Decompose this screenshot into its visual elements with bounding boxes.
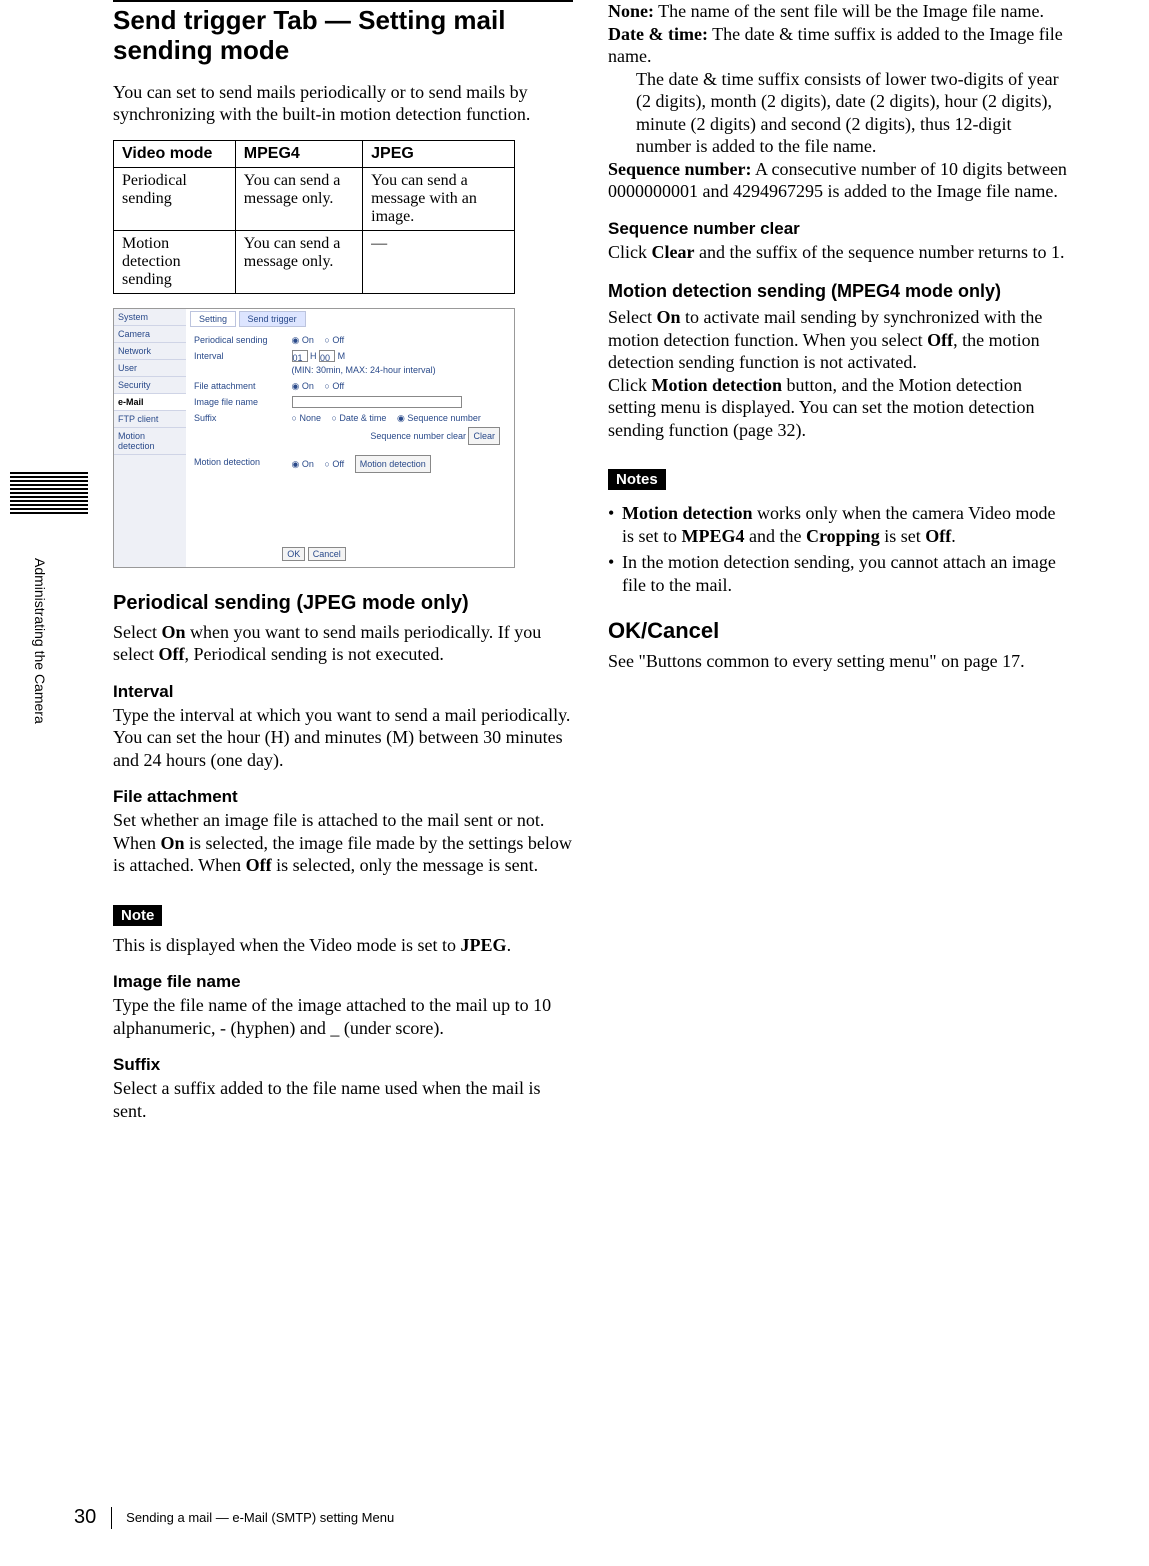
notes-tag: Notes (608, 469, 666, 490)
unit-h: H (310, 351, 317, 361)
sidebar-item[interactable]: User (114, 360, 186, 377)
radio-off[interactable]: ○ Off (324, 457, 344, 471)
heading-suffix: Suffix (113, 1055, 573, 1075)
radio-date-time[interactable]: ○ Date & time (331, 411, 386, 425)
radio-on[interactable]: ◉ On (292, 457, 314, 471)
image-file-name-input[interactable] (292, 396, 462, 408)
tab-send-trigger[interactable]: Send trigger (239, 311, 306, 327)
label-periodical: Periodical sending (194, 333, 289, 347)
table-row: Motion detection sending You can send a … (114, 230, 515, 293)
table-row: Periodical sending You can send a messag… (114, 167, 515, 230)
video-mode-table: Video mode MPEG4 JPEG Periodical sending… (113, 140, 515, 294)
side-tab-label: Administrating the Camera (32, 558, 48, 724)
heading-seq-clear: Sequence number clear (608, 219, 1068, 239)
heading-file-attachment: File attachment (113, 787, 573, 807)
list-item: In the motion detection sending, you can… (608, 551, 1068, 596)
sidebar-item[interactable]: System (114, 309, 186, 326)
radio-sequence[interactable]: ◉ Sequence number (397, 411, 481, 425)
radio-none[interactable]: ○ None (292, 411, 321, 425)
cancel-button[interactable]: Cancel (308, 547, 346, 561)
text-periodical: Select On when you want to send mails pe… (113, 621, 573, 666)
sidebar-item[interactable]: Network (114, 343, 186, 360)
screenshot-footer-buttons: OK Cancel (114, 547, 514, 561)
heading-interval: Interval (113, 682, 573, 702)
def-date-time-extra: The date & time suffix consists of lower… (608, 68, 1068, 158)
def-none: None: The name of the sent file will be … (608, 0, 1068, 23)
sidebar-item[interactable]: FTP client (114, 411, 186, 428)
intro-text: You can set to send mails periodically o… (113, 81, 573, 126)
screenshot-tabs: Setting Send trigger (190, 311, 306, 327)
footer-text: Sending a mail — e-Mail (SMTP) setting M… (126, 1510, 394, 1525)
text-file-attachment: Set whether an image file is attached to… (113, 809, 573, 832)
sidebar-item-selected[interactable]: e-Mail (114, 394, 186, 411)
notes-list: Motion detection works only when the cam… (608, 502, 1068, 596)
clear-button[interactable]: Clear (468, 427, 500, 445)
table-header: Video mode (114, 140, 236, 167)
page-number: 30 (74, 1506, 96, 1529)
label-file-attachment: File attachment (194, 379, 289, 393)
sidebar-item[interactable]: Camera (114, 326, 186, 343)
label-interval: Interval (194, 349, 289, 363)
heading-image-file-name: Image file name (113, 972, 573, 992)
text-md-1: Select On to activate mail sending by sy… (608, 306, 1068, 374)
text-suffix: Select a suffix added to the file name u… (113, 1077, 573, 1122)
radio-on[interactable]: ◉ On (292, 333, 314, 347)
sidebar-item[interactable]: Security (114, 377, 186, 394)
text-ok-cancel: See "Buttons common to every setting men… (608, 650, 1068, 673)
heading-periodical: Periodical sending (JPEG mode only) (113, 592, 573, 615)
tab-setting[interactable]: Setting (190, 311, 236, 327)
def-sequence: Sequence number: A consecutive number of… (608, 158, 1068, 203)
right-column: None: The name of the sent file will be … (608, 0, 1068, 687)
label-image-file-name: Image file name (194, 395, 289, 409)
interval-hint: (MIN: 30min, MAX: 24-hour interval) (292, 365, 436, 375)
title-rule (113, 0, 573, 2)
screenshot-sidebar: System Camera Network User Security e-Ma… (114, 309, 186, 567)
list-item: Motion detection works only when the cam… (608, 502, 1068, 547)
radio-on[interactable]: ◉ On (292, 379, 314, 393)
sidebar-item[interactable]: Motion detection (114, 428, 186, 455)
heading-ok-cancel: OK/Cancel (608, 618, 1068, 644)
heading-md: Motion detection sending (MPEG4 mode onl… (608, 281, 1068, 302)
motion-detection-button[interactable]: Motion detection (355, 455, 431, 473)
seq-clear-label: Sequence number clear (370, 431, 466, 441)
radio-off[interactable]: ○ Off (324, 379, 344, 393)
def-date-time: Date & time: The date & time suffix is a… (608, 23, 1068, 68)
side-index-marks (10, 472, 88, 516)
table-header: MPEG4 (235, 140, 362, 167)
interval-min-input[interactable]: 00 (319, 350, 335, 362)
radio-off[interactable]: ○ Off (324, 333, 344, 347)
note-tag: Note (113, 905, 162, 926)
text-seq-clear: Click Clear and the suffix of the sequen… (608, 241, 1068, 264)
page-footer: 30 Sending a mail — e-Mail (SMTP) settin… (74, 1506, 974, 1532)
text-md-2: Click Motion detection button, and the M… (608, 374, 1068, 442)
label-suffix: Suffix (194, 411, 289, 425)
text-file-attachment-2: When On is selected, the image file made… (113, 832, 573, 877)
interval-hour-input[interactable]: 01 (292, 350, 308, 362)
label-motion-detection: Motion detection (194, 455, 289, 469)
note-text: This is displayed when the Video mode is… (113, 934, 573, 957)
left-column: Send trigger Tab — Setting mail sending … (113, 0, 573, 1136)
table-header: JPEG (363, 140, 515, 167)
section-title: Send trigger Tab — Setting mail sending … (113, 6, 573, 66)
settings-screenshot: System Camera Network User Security e-Ma… (113, 308, 515, 568)
unit-m: M (338, 351, 346, 361)
text-interval: Type the interval at which you want to s… (113, 704, 573, 772)
screenshot-form: Periodical sending ◉ On ○ Off Interval 0… (194, 331, 508, 475)
ok-button[interactable]: OK (282, 547, 305, 561)
text-image-file-name: Type the file name of the image attached… (113, 994, 573, 1039)
footer-rule (111, 1507, 112, 1529)
